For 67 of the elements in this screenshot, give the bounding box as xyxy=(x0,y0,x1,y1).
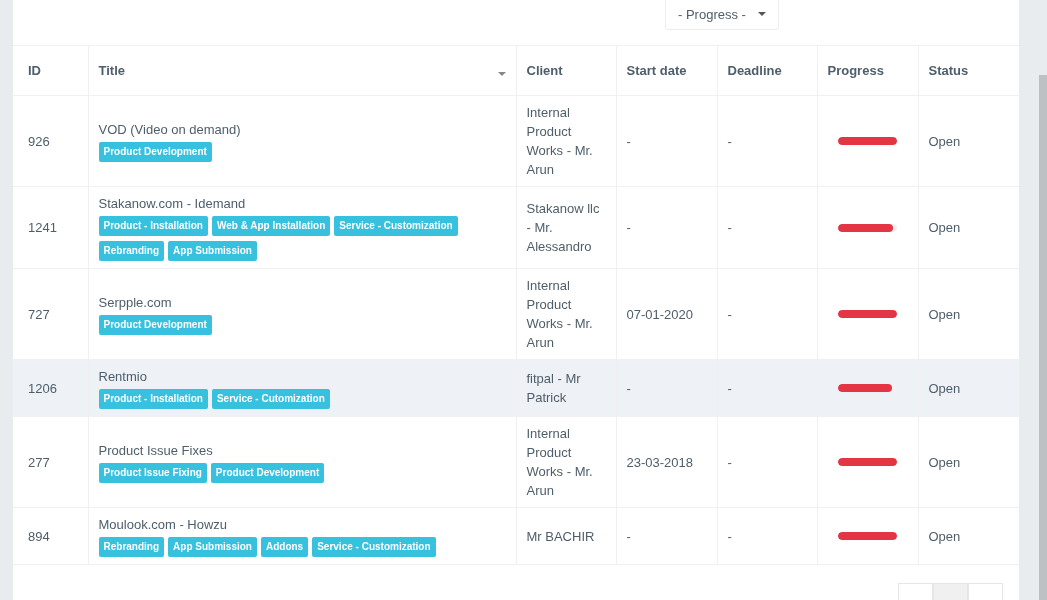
project-label: Product Development xyxy=(98,315,212,335)
id-cell: 894 xyxy=(28,528,50,544)
table-row[interactable]: 894 Moulook.com - Howzu Rebranding App Submission Addons Service - Customization Mr BACHIR - - Open xyxy=(13,507,1019,565)
column-header[interactable]: Start date xyxy=(616,46,717,96)
progress-filter-dropdown[interactable]: - Progress - xyxy=(665,0,779,30)
deadline-cell: - xyxy=(727,220,732,235)
column-header[interactable]: Deadline xyxy=(717,46,817,96)
deadline-cell: - xyxy=(727,133,732,149)
deadline-cell: - xyxy=(727,306,732,322)
project-label: Product - Installation xyxy=(98,216,208,236)
project-label: Web & App Installation xyxy=(211,216,331,236)
id-cell: 926 xyxy=(28,133,50,149)
project-title-link[interactable]: Rentmio xyxy=(98,367,147,387)
table-row[interactable]: 1241 Stakanow.com - Idemand Product - Installation Web & App Installation Service - Customization Rebranding App Submission Stakanow llc - Mr. Alessandro - - Open xyxy=(13,186,1019,269)
project-title-link[interactable]: Stakanow.com - Idemand xyxy=(98,194,246,214)
client-cell: fitpal - Mr Patrick xyxy=(526,371,581,405)
deadline-cell: - xyxy=(727,380,732,396)
start-date-cell: - xyxy=(626,220,631,235)
project-label: Rebranding xyxy=(98,537,165,557)
status-cell: Open xyxy=(928,528,961,544)
start-date-cell: 23-03-2018 xyxy=(626,454,693,470)
deadline-cell: - xyxy=(727,528,732,544)
column-header[interactable]: Client xyxy=(516,46,616,96)
project-label: Product - Installation xyxy=(98,389,208,409)
table-row[interactable]: 1206 Rentmio Product - Installation Service - Cutomization fitpal - Mr Patrick - - Open xyxy=(13,359,1019,417)
client-cell: Internal Product Works - Mr. Arun xyxy=(526,105,593,177)
status-cell: Open xyxy=(928,454,961,470)
deadline-cell: - xyxy=(727,454,732,470)
client-cell: Stakanow llc - Mr. Alessandro xyxy=(526,201,600,254)
project-label: Product Issue Fixing xyxy=(98,463,207,483)
scrollbar-thumb[interactable] xyxy=(1039,75,1047,600)
column-header[interactable]: Title xyxy=(88,46,516,96)
table-row[interactable]: 277 Product Issue Fixes Product Issue Fixing Product Development Internal Product Works - Mr. Arun 23-03-2018 - Open xyxy=(13,416,1019,508)
client-cell: Internal Product Works - Mr. Arun xyxy=(526,278,593,350)
id-cell: 1241 xyxy=(28,220,57,235)
project-label: Service - Customization xyxy=(334,216,458,236)
project-title-link[interactable]: Product Issue Fixes xyxy=(98,441,213,461)
client-cell: Mr BACHIR xyxy=(526,528,595,544)
status-cell: Open xyxy=(928,220,961,235)
project-label: Product Development xyxy=(210,463,325,483)
caret-icon xyxy=(757,12,766,16)
start-date-cell: - xyxy=(626,380,631,396)
project-label: Rebranding xyxy=(98,241,165,261)
project-title-link[interactable]: Serpple.com xyxy=(98,293,172,313)
id-cell: 277 xyxy=(28,454,50,470)
table-row[interactable]: 926 VOD (Video on demand) Product Development Internal Product Works - Mr. Arun - - Open xyxy=(13,95,1019,187)
start-date-cell: 07-01-2020 xyxy=(626,306,693,322)
status-cell: Open xyxy=(928,306,961,322)
table-row[interactable]: 727 Serpple.com Product Development Internal Product Works - Mr. Arun 07-01-2020 - Open xyxy=(13,268,1019,360)
project-label: Service - Customization xyxy=(312,537,436,557)
column-header[interactable]: Progress xyxy=(817,46,918,96)
column-header[interactable]: ID xyxy=(13,46,88,96)
project-label: Service - Cutomization xyxy=(211,389,330,409)
project-title-link[interactable]: VOD (Video on demand) xyxy=(98,120,241,140)
id-cell: 727 xyxy=(28,306,50,322)
client-cell: Internal Product Works - Mr. Arun xyxy=(526,426,593,498)
project-title-link[interactable]: Moulook.com - Howzu xyxy=(98,515,228,535)
start-date-cell: - xyxy=(626,133,631,149)
id-cell: 1206 xyxy=(28,380,57,396)
status-cell: Open xyxy=(928,380,961,396)
column-header[interactable]: Status xyxy=(918,46,1019,96)
project-label: Product Development xyxy=(98,142,212,162)
project-label: Addons xyxy=(260,537,309,557)
project-label: App Submission xyxy=(168,241,257,261)
project-label: App Submission xyxy=(168,537,257,557)
start-date-cell: - xyxy=(626,528,631,544)
status-cell: Open xyxy=(928,133,961,149)
